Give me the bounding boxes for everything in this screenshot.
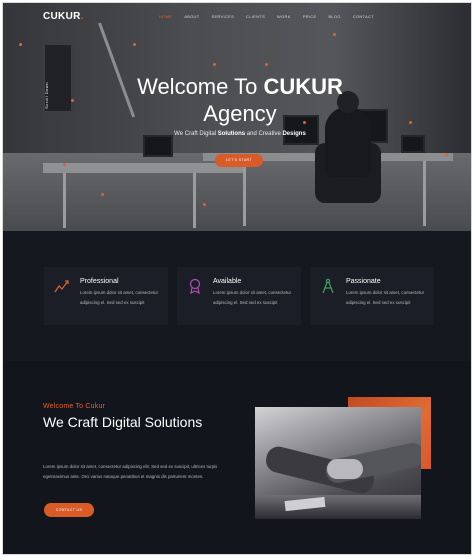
photo-desk — [255, 495, 421, 519]
hero-title-line2: Agency — [203, 101, 277, 126]
nav-item-home[interactable]: HOME — [159, 14, 172, 19]
hero-title: Welcome To CUKUR Agency — [3, 73, 471, 127]
handshake-image — [255, 407, 421, 519]
feature-card[interactable]: Professional Lorem ipsum dolor sit amet,… — [44, 267, 168, 325]
page: CUKUR. HOME ABOUT SERVICES CLIENTS WORK … — [2, 2, 472, 555]
hero-title-brand: CUKUR — [263, 74, 343, 99]
particle-dot — [265, 63, 268, 66]
nav-item-about[interactable]: ABOUT — [184, 14, 199, 19]
particle-dot — [63, 163, 66, 166]
particle-dot — [203, 203, 206, 206]
handshake — [327, 459, 363, 479]
feature-title: Available — [213, 278, 242, 285]
hero-sub-bold-2: Designs — [282, 131, 306, 137]
about-text: Lorem ipsum dolor sit amet, consectetur … — [43, 464, 218, 479]
hero-sub-mid: and Creative — [246, 131, 281, 137]
particle-dot — [213, 63, 216, 66]
feature-desc: Lorem ipsum dolor sit amet, consectetur … — [346, 290, 425, 305]
brand-dot: . — [80, 11, 84, 22]
about-title: We Craft Digital Solutions — [43, 414, 203, 430]
lets-start-button[interactable]: LET'S START — [215, 154, 263, 167]
particle-dot — [19, 43, 22, 46]
brand-logo[interactable]: CUKUR. — [43, 11, 84, 22]
hero-section: CUKUR. HOME ABOUT SERVICES CLIENTS WORK … — [3, 3, 471, 231]
nav-item-blog[interactable]: BLOG — [328, 14, 340, 19]
hero-title-prefix: Welcome To — [137, 74, 258, 99]
about-section: Welcome To Cukur We Craft Digital Soluti… — [3, 361, 471, 554]
nav-item-price[interactable]: PRICE — [303, 14, 317, 19]
nav-item-services[interactable]: SERVICES — [211, 14, 234, 19]
feature-title: Passionate — [346, 278, 381, 285]
hero-subtitle: We Craft Digital Solutions and Creative … — [3, 131, 471, 137]
award-icon — [189, 278, 201, 294]
particle-dot — [101, 193, 104, 196]
feature-desc: Lorem ipsum dolor sit amet, consectetur … — [213, 290, 292, 305]
feature-title: Professional — [80, 278, 119, 285]
feature-card[interactable]: Available Lorem ipsum dolor sit amet, co… — [177, 267, 301, 325]
contact-us-button[interactable]: CONTACT US — [44, 503, 94, 517]
particle-dot — [333, 33, 336, 36]
particle-dot — [445, 153, 448, 156]
hero-sub-bold-1: Solutions — [217, 131, 246, 137]
particle-dot — [133, 43, 136, 46]
top-navbar: CUKUR. HOME ABOUT SERVICES CLIENTS WORK … — [3, 3, 471, 29]
brand-name: CUKUR — [43, 11, 81, 22]
features-section: Professional Lorem ipsum dolor sit amet,… — [3, 231, 471, 361]
nav-item-work[interactable]: WORK — [277, 14, 291, 19]
nav-item-contact[interactable]: CONTACT — [353, 14, 374, 19]
about-eyebrow: Welcome To Cukur — [43, 403, 106, 410]
main-menu: HOME ABOUT SERVICES CLIENTS WORK PRICE B… — [159, 14, 374, 19]
nav-item-clients[interactable]: CLIENTS — [246, 14, 265, 19]
chart-line-icon — [54, 280, 69, 293]
feature-card[interactable]: Passionate Lorem ipsum dolor sit amet, c… — [310, 267, 434, 325]
compass-icon — [322, 278, 334, 294]
feature-desc: Lorem ipsum dolor sit amet, consectetur … — [80, 290, 159, 305]
hero-sub-prefix: We Craft Digital — [174, 131, 217, 137]
